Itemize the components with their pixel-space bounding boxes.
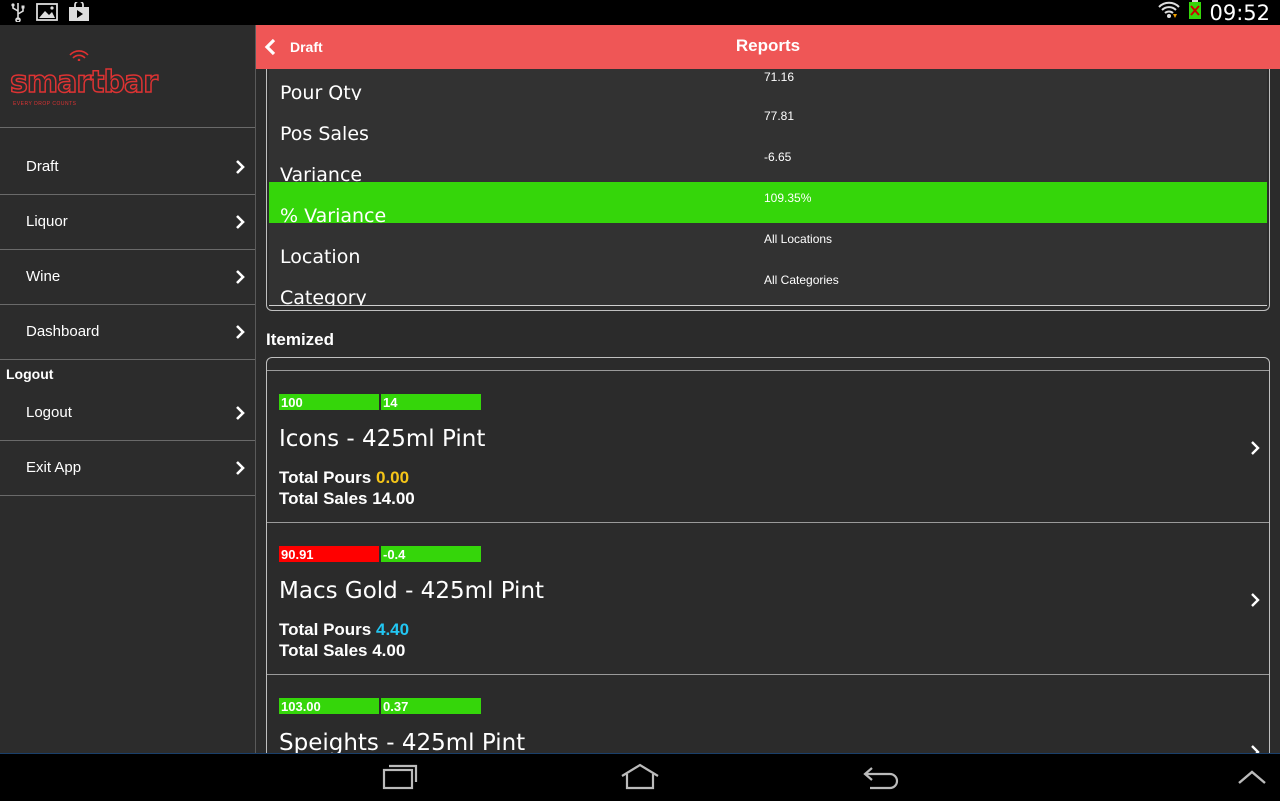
sidebar-item-logout[interactable]: Logout (0, 386, 255, 441)
list-item[interactable]: 100 14 Icons - 425ml Pint Total Pours 0.… (267, 371, 1269, 523)
sidebar-item-dashboard[interactable]: Dashboard (0, 305, 255, 360)
smartbar-logo: smartbar EVERY DROP COUNTS (9, 47, 159, 107)
chevron-right-icon (236, 325, 245, 339)
item-name: Speights - 425ml Pint (279, 730, 526, 753)
sidebar-item-exit-app[interactable]: Exit App (0, 441, 255, 496)
summary-label: Pos Sales (280, 123, 369, 142)
sidebar-item-wine[interactable]: Wine (0, 250, 255, 305)
back-button[interactable]: Draft (256, 25, 376, 69)
summary-row-location: Location All Locations (269, 223, 1267, 265)
logo-wordmark: smartbar (9, 64, 159, 101)
item-name: Icons - 425ml Pint (279, 426, 486, 452)
sidebar-item-liquor[interactable]: Liquor (0, 195, 255, 250)
summary-row-pos-sales: Pos Sales 77.81 (269, 100, 1267, 142)
sidebar-item-label: Exit App (26, 459, 82, 476)
total-pours-label: Total Pours (279, 620, 372, 639)
variance-badge: 14 (381, 394, 481, 410)
action-bar: Draft Reports (256, 25, 1280, 69)
itemized-heading: Itemized (266, 330, 335, 349)
list-item[interactable]: 90.91 -0.4 Macs Gold - 425ml Pint Total … (267, 523, 1269, 675)
total-sales: Total Sales 4.00 (279, 641, 406, 660)
summary-label: Location (280, 246, 361, 265)
recent-apps-button[interactable] (380, 762, 420, 797)
chevron-right-icon (1251, 745, 1260, 753)
store-icon (68, 0, 90, 27)
sidebar-item-label: Draft (26, 158, 59, 175)
total-pours-value: 4.40 (375, 620, 410, 639)
logo-tagline: EVERY DROP COUNTS (13, 101, 77, 107)
image-icon (36, 3, 58, 26)
variance-badge: 0.37 (381, 698, 481, 714)
summary-row-variance: Variance -6.65 (269, 141, 1267, 183)
pour-percent-badge: 103.00 (279, 698, 379, 714)
summary-row-category: Category All Categories (269, 264, 1267, 306)
signal-waves-icon (69, 50, 89, 61)
item-name: Macs Gold - 425ml Pint (279, 578, 545, 604)
chevron-left-icon (264, 38, 276, 56)
total-pours-label: Total Pours (279, 468, 372, 487)
home-button[interactable] (618, 762, 662, 797)
back-nav-button[interactable] (860, 762, 904, 797)
summary-label: % Variance (280, 205, 387, 224)
page-title: Reports (735, 36, 801, 55)
system-nav-bar (0, 753, 1280, 801)
sidebar-item-label: Logout (26, 404, 72, 421)
chevron-right-icon (236, 215, 245, 229)
summary-value: All Locations (764, 232, 833, 246)
chevron-right-icon (236, 461, 245, 475)
summary-value: All Categories (764, 273, 839, 287)
summary-row-pour-qty: Pour Qty 71.16 (269, 69, 1267, 101)
summary-label: Pour Qty (280, 82, 362, 101)
chevron-right-icon (236, 270, 245, 284)
sidebar-item-draft[interactable]: Draft (0, 140, 255, 195)
chevron-right-icon (1251, 441, 1260, 455)
itemized-list: 100 14 Icons - 425ml Pint Total Pours 0.… (266, 357, 1270, 753)
list-item[interactable]: 103.00 0.37 Speights - 425ml Pint (267, 675, 1269, 753)
pour-percent-badge: 90.91 (279, 546, 379, 562)
total-pours: Total Pours 0.00 (279, 468, 409, 488)
summary-panel: Pour Qty 71.16 Pos Sales 77.81 Variance … (266, 69, 1270, 311)
summary-value: 71.16 (764, 70, 795, 84)
sidebar-item-label: Liquor (26, 213, 68, 230)
wifi-icon (1157, 0, 1181, 25)
total-sales: Total Sales 14.00 (279, 489, 415, 508)
report-content[interactable]: Pour Qty 71.16 Pos Sales 77.81 Variance … (256, 69, 1280, 753)
chevron-right-icon (236, 406, 245, 420)
pour-percent-badge: 100 (279, 394, 379, 410)
sidebar-item-label: Dashboard (26, 323, 100, 340)
section-title-logout: Logout (6, 366, 54, 382)
total-pours: Total Pours 4.40 (279, 620, 409, 640)
clock: 09:52 (1209, 0, 1270, 25)
status-bar: 09:52 (0, 0, 1280, 25)
sidebar: smartbar EVERY DROP COUNTS Draft Liquor … (0, 25, 256, 753)
variance-badge: -0.4 (381, 546, 481, 562)
summary-value: 77.81 (764, 109, 795, 123)
chevron-right-icon (1251, 593, 1260, 607)
total-pours-value: 0.00 (375, 468, 410, 487)
usb-icon (10, 2, 26, 27)
sidebar-item-label: Wine (26, 268, 61, 285)
battery-icon (1187, 0, 1203, 25)
summary-value: -6.65 (764, 150, 792, 164)
divider (0, 127, 255, 128)
summary-value: 109.35% (764, 191, 812, 205)
chevron-right-icon (236, 160, 245, 174)
summary-label: Variance (280, 164, 363, 183)
summary-label: Category (280, 287, 367, 306)
back-label: Draft (290, 39, 323, 55)
chevron-up-icon[interactable] (1236, 768, 1268, 791)
summary-row-percent-variance: % Variance 109.35% (269, 182, 1267, 224)
